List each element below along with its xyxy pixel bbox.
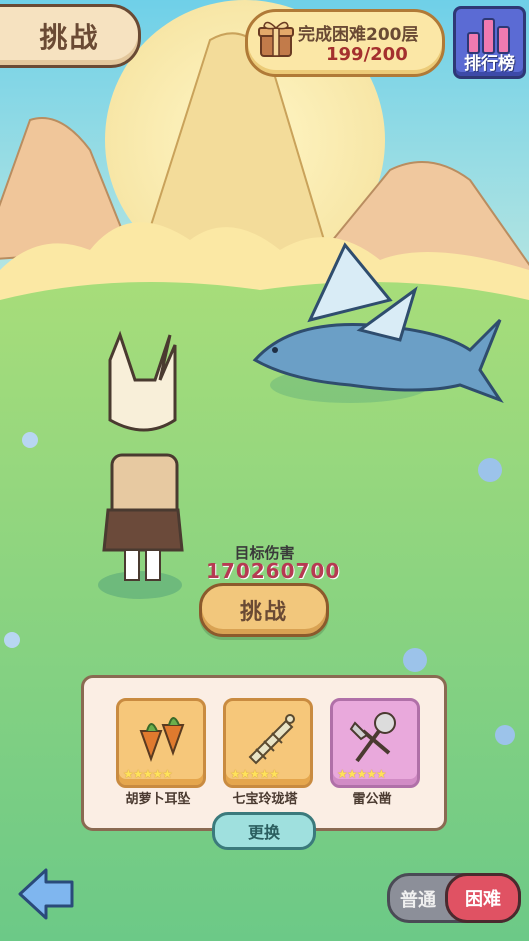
reward-slot-2[interactable]: ★★★★★	[223, 698, 313, 788]
leaderboard-label: 排行榜	[464, 54, 515, 74]
gift-icon	[258, 21, 294, 57]
leaderboard-button[interactable]: 排行榜	[453, 6, 526, 79]
mode-hard-label: 困难	[465, 889, 501, 910]
reward-stars-2: ★★★★★	[230, 767, 280, 781]
reward-name-2: 七宝玲珑塔	[232, 792, 298, 807]
change-rewards-button[interactable]: 更换	[212, 812, 316, 850]
mode-hard[interactable]: 困难	[445, 873, 521, 923]
rewards-panel: ★★★★★ 胡萝卜耳坠 ★★★★★ 七宝玲珑塔 ★★★★★ 雷公凿	[81, 675, 447, 831]
challenge-button-label: 挑战	[239, 600, 288, 625]
mode-normal[interactable]: 普通	[400, 886, 436, 912]
change-rewards-label: 更换	[247, 823, 280, 842]
carrot-earring-icon	[139, 717, 185, 762]
quest-text: 完成困难200层	[298, 25, 419, 45]
page-title-tab: 挑战	[0, 4, 141, 68]
quest-progress: 199/200	[326, 44, 408, 65]
difficulty-toggle[interactable]: 普通 困难	[387, 873, 521, 923]
reward-name-3: 雷公凿	[352, 792, 392, 807]
challenge-button[interactable]: 挑战	[199, 583, 329, 637]
target-damage-value: 170260700	[206, 559, 341, 583]
reward-slot-1[interactable]: ★★★★★	[116, 698, 206, 788]
page-title: 挑战	[39, 21, 100, 54]
quest-banner[interactable]: 完成困难200层 199/200	[245, 9, 445, 77]
back-arrow-icon[interactable]	[16, 866, 78, 922]
pagoda-icon	[248, 714, 295, 765]
chisel-hammer-icon	[349, 712, 396, 763]
reward-name-1: 胡萝卜耳坠	[125, 792, 191, 807]
reward-slot-3[interactable]: ★★★★★	[330, 698, 420, 788]
reward-stars-3: ★★★★★	[337, 767, 387, 781]
reward-stars-1: ★★★★★	[123, 767, 173, 781]
